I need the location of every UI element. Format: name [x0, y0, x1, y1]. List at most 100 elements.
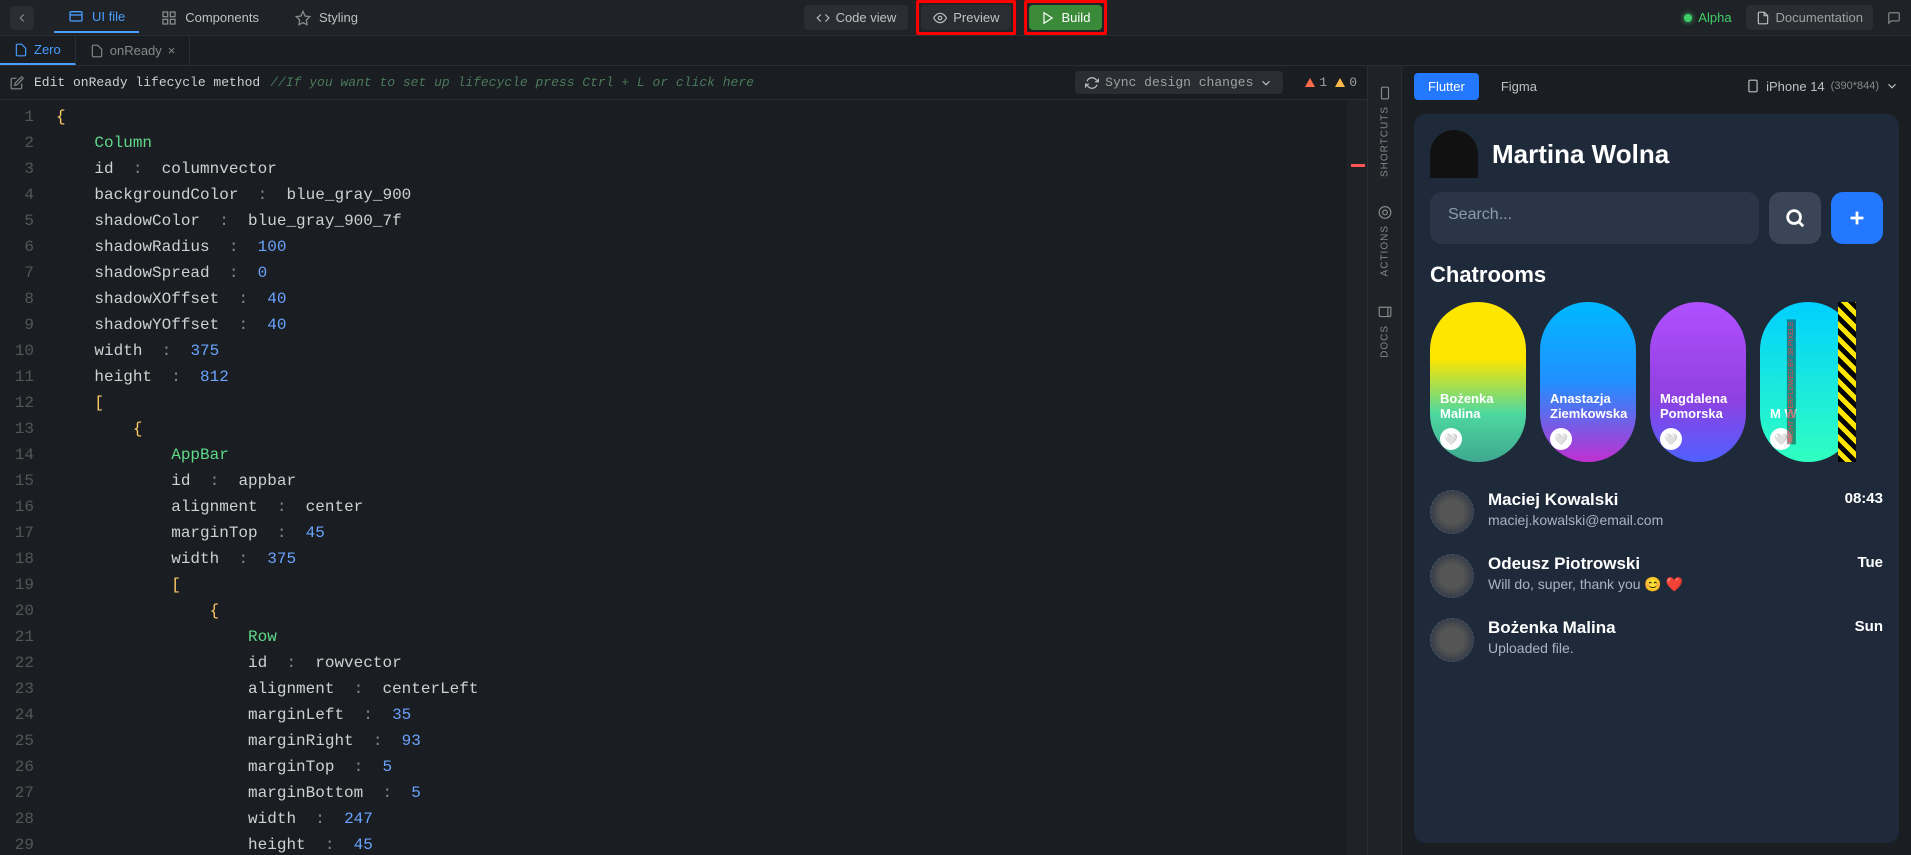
line-number: 1 [0, 104, 34, 130]
edit-header: Edit onReady lifecycle method //If you w… [0, 66, 1367, 100]
edit-header-hint[interactable]: //If you want to set up lifecycle press … [270, 75, 754, 90]
device-selector[interactable]: iPhone 14 (390*844) [1746, 79, 1899, 94]
code-line[interactable]: marginTop : 5 [56, 754, 1367, 780]
chatroom-card[interactable]: Magdalena Pomorska 🤍 [1650, 302, 1746, 462]
line-number: 20 [0, 598, 34, 624]
search-row: Search... [1430, 192, 1883, 244]
nav-tab-ui-file[interactable]: UI file [54, 3, 139, 33]
close-tab-icon[interactable]: × [168, 43, 176, 58]
doc-label: Documentation [1776, 10, 1863, 25]
code-line[interactable]: width : 375 [56, 546, 1367, 572]
code-editor[interactable]: 1234567891011121314151617181920212223242… [0, 100, 1367, 855]
rail-shortcuts[interactable]: SHORTCUTS [1378, 86, 1392, 177]
nav-tab-label: Components [185, 10, 259, 25]
rail-actions[interactable]: ACTIONS [1378, 205, 1392, 276]
code-line[interactable]: Column [56, 130, 1367, 156]
play-icon [1042, 11, 1056, 25]
chatroom-card[interactable]: Anastazja Ziemkowska 🤍 [1540, 302, 1636, 462]
code-line[interactable]: { [56, 416, 1367, 442]
file-tab-zero[interactable]: Zero [0, 36, 76, 65]
back-button[interactable] [10, 6, 34, 30]
code-line[interactable]: marginBottom : 5 [56, 780, 1367, 806]
code-line[interactable]: alignment : center [56, 494, 1367, 520]
add-button[interactable] [1831, 192, 1883, 244]
code-line[interactable]: height : 45 [56, 832, 1367, 855]
chat-subtitle: Uploaded file. [1488, 640, 1841, 656]
chat-time: Tue [1857, 554, 1883, 571]
code-line[interactable]: alignment : centerLeft [56, 676, 1367, 702]
file-icon [90, 44, 104, 58]
sync-button[interactable]: Sync design changes [1075, 71, 1283, 94]
action-label: Code view [836, 10, 897, 25]
code-line[interactable]: marginTop : 45 [56, 520, 1367, 546]
chatroom-row[interactable]: Bożenka Malina 🤍 Anastazja Ziemkowska 🤍 … [1430, 302, 1883, 462]
chevron-down-icon [1885, 79, 1899, 93]
code-line[interactable]: marginRight : 93 [56, 728, 1367, 754]
rail-docs[interactable]: DOCS [1378, 305, 1392, 358]
file-tab-label: Zero [34, 42, 61, 57]
code-line[interactable]: Row [56, 624, 1367, 650]
code-lines[interactable]: { Column id : columnvector backgroundCol… [44, 100, 1367, 855]
chat-item[interactable]: Bożenka MalinaUploaded file.Sun [1430, 618, 1883, 662]
code-line[interactable]: backgroundColor : blue_gray_900 [56, 182, 1367, 208]
chat-avatar[interactable] [1430, 490, 1474, 534]
code-line[interactable]: marginLeft : 35 [56, 702, 1367, 728]
minimap[interactable] [1347, 100, 1367, 855]
chat-item[interactable]: Odeusz PiotrowskiWill do, super, thank y… [1430, 554, 1883, 598]
code-line[interactable]: shadowSpread : 0 [56, 260, 1367, 286]
chat-item[interactable]: Maciej Kowalskimaciej.kowalski@email.com… [1430, 490, 1883, 534]
line-number: 22 [0, 650, 34, 676]
search-button[interactable] [1769, 192, 1821, 244]
code-line[interactable]: shadowRadius : 100 [56, 234, 1367, 260]
file-icon [14, 43, 28, 57]
nav-tab-label: Styling [319, 10, 358, 25]
chat-body: Maciej Kowalskimaciej.kowalski@email.com [1488, 490, 1831, 528]
nav-tabs: UI file Components Styling [54, 3, 372, 33]
documentation-button[interactable]: Documentation [1746, 5, 1873, 30]
platform-tab-figma[interactable]: Figma [1487, 73, 1551, 100]
chat-avatar[interactable] [1430, 554, 1474, 598]
line-number: 2 [0, 130, 34, 156]
edit-icon [10, 76, 24, 90]
code-line[interactable]: [ [56, 390, 1367, 416]
nav-tab-styling[interactable]: Styling [281, 3, 372, 33]
top-toolbar: UI file Components Styling Code view Pre… [0, 0, 1911, 36]
code-line[interactable]: { [56, 598, 1367, 624]
nav-tab-components[interactable]: Components [147, 3, 273, 33]
build-button[interactable]: Build [1030, 5, 1103, 30]
chat-avatar[interactable] [1430, 618, 1474, 662]
line-number: 23 [0, 676, 34, 702]
chat-icon[interactable] [1887, 11, 1901, 25]
code-line[interactable]: AppBar [56, 442, 1367, 468]
heart-icon: 🤍 [1440, 428, 1462, 450]
search-input[interactable]: Search... [1430, 192, 1759, 244]
chatroom-card[interactable]: Bożenka Malina 🤍 [1430, 302, 1526, 462]
chat-list: Maciej Kowalskimaciej.kowalski@email.com… [1430, 490, 1883, 662]
code-line[interactable]: shadowColor : blue_gray_900_7f [56, 208, 1367, 234]
code-line[interactable]: height : 812 [56, 364, 1367, 390]
chat-name: Maciej Kowalski [1488, 490, 1831, 510]
file-tab-onready[interactable]: onReady × [76, 36, 191, 65]
warning-count[interactable]: 0 [1335, 75, 1357, 90]
rail-label: ACTIONS [1379, 225, 1390, 276]
eye-icon [933, 11, 947, 25]
platform-tab-flutter[interactable]: Flutter [1414, 73, 1479, 100]
error-count[interactable]: 1 [1305, 75, 1327, 90]
preview-button[interactable]: Preview [921, 5, 1011, 30]
code-line[interactable]: width : 375 [56, 338, 1367, 364]
chevron-left-icon [15, 11, 29, 25]
warning-icon [1335, 78, 1345, 87]
platform-label: Figma [1501, 79, 1537, 94]
code-line[interactable]: { [56, 104, 1367, 130]
chatroom-card[interactable]: M W 🤍 RIGHT OVERFLOWED BY 38 PIXELS [1760, 302, 1856, 462]
device-frame: Martina Wolna Search... Chatrooms Bożenk… [1414, 114, 1899, 843]
code-line[interactable]: [ [56, 572, 1367, 598]
code-view-button[interactable]: Code view [804, 5, 909, 30]
code-line[interactable]: width : 247 [56, 806, 1367, 832]
code-line[interactable]: id : columnvector [56, 156, 1367, 182]
code-line[interactable]: shadowYOffset : 40 [56, 312, 1367, 338]
profile-avatar[interactable] [1430, 130, 1478, 178]
code-line[interactable]: id : appbar [56, 468, 1367, 494]
code-line[interactable]: shadowXOffset : 40 [56, 286, 1367, 312]
code-line[interactable]: id : rowvector [56, 650, 1367, 676]
